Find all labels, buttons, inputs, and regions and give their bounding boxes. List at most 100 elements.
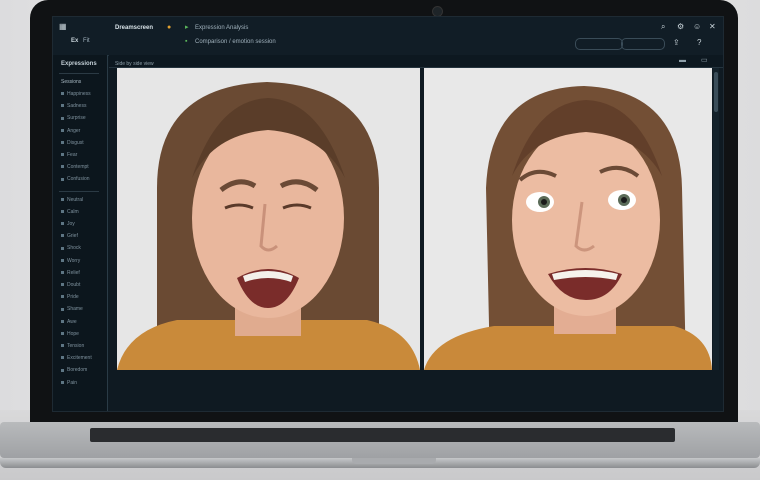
- sidebar-item-label: Disgust: [67, 139, 84, 146]
- bullet-icon: [61, 319, 64, 323]
- search-icon[interactable]: ⌕: [661, 23, 665, 31]
- logo-label: Ex: [71, 38, 79, 44]
- sidebar-item[interactable]: Doubt: [61, 282, 80, 288]
- minimize-icon[interactable]: ▬: [679, 57, 686, 65]
- sidebar-item[interactable]: Worry: [61, 258, 80, 264]
- bullet-icon: [61, 344, 64, 348]
- laptop-screen: ▦ Ex Fit Dreamscreen ● ▸ Expression Anal…: [52, 16, 724, 412]
- sidebar-item-label: Tension: [67, 343, 85, 349]
- sidebar-item-label: Contempt: [67, 164, 89, 171]
- scrollbar-thumb[interactable]: [714, 72, 718, 112]
- bullet-icon: [61, 356, 64, 360]
- status-dot-icon: ●: [167, 24, 172, 31]
- sidebar-item[interactable]: Happiness: [61, 91, 91, 97]
- sidebar-item[interactable]: Confusion: [61, 176, 90, 182]
- sidebar-item[interactable]: Hope: [61, 331, 79, 337]
- sidebar-item-label: Relief: [67, 269, 80, 276]
- sidebar-item-label: Joy: [67, 221, 75, 227]
- sidebar-divider: [59, 73, 99, 74]
- sidebar-item[interactable]: Anger: [61, 128, 80, 134]
- surprised-face-photo: [424, 68, 712, 370]
- sidebar-item[interactable]: Shame: [61, 306, 83, 312]
- bullet-icon: [61, 258, 64, 262]
- export-button[interactable]: [621, 38, 665, 50]
- sidebar-item[interactable]: Neutral: [61, 197, 83, 203]
- bullet-icon: [61, 270, 64, 274]
- folder-icon: ▪: [185, 38, 188, 45]
- menu-label[interactable]: Fit: [83, 38, 90, 44]
- panel-toggle-icon[interactable]: ▭: [701, 57, 708, 65]
- sidebar-item[interactable]: Pride: [61, 294, 79, 300]
- sidebar-item[interactable]: Calm: [61, 209, 79, 215]
- sidebar-item-label: Surprise: [67, 115, 86, 122]
- settings-icon[interactable]: ⚙: [677, 23, 684, 31]
- sidebar-item[interactable]: Pain: [61, 380, 77, 386]
- bullet-icon: [61, 234, 64, 238]
- sidebar-title: Expressions: [61, 61, 97, 67]
- bullet-icon: [61, 295, 64, 299]
- content-header-label: Side by side view: [115, 61, 154, 67]
- sidebar-item[interactable]: Awe: [61, 319, 77, 325]
- sidebar-item[interactable]: Excitement: [61, 355, 92, 361]
- grid-icon[interactable]: ▦: [59, 23, 67, 31]
- top-toolbar: ▦ Ex Fit Dreamscreen ● ▸ Expression Anal…: [53, 17, 723, 56]
- sidebar-item[interactable]: Shock: [61, 245, 81, 251]
- sidebar-item-label: Shame: [67, 306, 83, 313]
- sidebar-divider: [59, 190, 99, 192]
- app-title: Dreamscreen: [115, 25, 154, 31]
- image-panel-right[interactable]: [424, 68, 712, 370]
- bullet-icon: [61, 331, 64, 335]
- sidebar-item-label: Boredom: [67, 367, 88, 374]
- bullet-icon: [61, 380, 64, 384]
- compare-button[interactable]: [575, 38, 623, 50]
- sidebar-item-label: Hope: [67, 330, 79, 337]
- bullet-icon: [61, 307, 64, 311]
- sidebar: Expressions Sessions Happiness Sadness Sur…: [53, 55, 108, 411]
- breadcrumb[interactable]: Comparison / emotion session: [195, 39, 276, 45]
- bullet-icon: [61, 209, 64, 213]
- tab-analysis[interactable]: Expression Analysis: [195, 25, 248, 31]
- bullet-icon: [61, 246, 64, 250]
- sidebar-item-label: Excitement: [67, 355, 92, 362]
- bullet-icon: [61, 283, 64, 287]
- sidebar-item[interactable]: Fear: [61, 152, 77, 158]
- bullet-icon: [61, 165, 64, 169]
- sidebar-item-label: Pride: [67, 294, 79, 301]
- sidebar-item[interactable]: Surprise: [61, 115, 86, 121]
- sidebar-item[interactable]: Tension: [61, 343, 84, 349]
- sidebar-item[interactable]: Relief: [61, 270, 80, 276]
- vertical-scrollbar[interactable]: [713, 68, 719, 370]
- sidebar-item-label: Neutral: [67, 196, 84, 203]
- bullet-icon: [61, 104, 64, 108]
- sidebar-item-label: Fear: [67, 152, 78, 158]
- close-icon[interactable]: ✕: [709, 23, 716, 31]
- sidebar-item[interactable]: Disgust: [61, 140, 84, 146]
- sidebar-section-label: Sessions: [61, 79, 82, 85]
- share-icon[interactable]: ⇪: [673, 39, 680, 47]
- image-panel-left[interactable]: [117, 68, 420, 370]
- sidebar-item[interactable]: Contempt: [61, 164, 89, 170]
- help-icon[interactable]: ?: [697, 39, 701, 47]
- bullet-icon: [61, 368, 64, 372]
- sidebar-item-label: Calm: [67, 208, 79, 215]
- sidebar-item-label: Pain: [67, 379, 78, 386]
- sidebar-item-label: Sadness: [67, 103, 87, 110]
- bullet-icon: [61, 197, 64, 201]
- sidebar-item-label: Happiness: [67, 91, 91, 97]
- sidebar-item[interactable]: Grief: [61, 233, 78, 239]
- user-icon[interactable]: ☺: [693, 23, 701, 31]
- bullet-icon: [61, 140, 64, 144]
- sidebar-item-label: Grief: [67, 233, 78, 240]
- distressed-face-photo: [117, 68, 420, 370]
- sidebar-item[interactable]: Joy: [61, 221, 75, 227]
- sidebar-item[interactable]: Boredom: [61, 367, 87, 373]
- sidebar-item-label: Awe: [67, 318, 77, 325]
- play-icon[interactable]: ▸: [185, 24, 189, 32]
- bullet-icon: [61, 116, 64, 120]
- bullet-icon: [61, 153, 64, 157]
- bullet-icon: [61, 177, 64, 181]
- sidebar-item-label: Doubt: [67, 282, 81, 288]
- sidebar-item-label: Anger: [67, 127, 81, 134]
- sidebar-item[interactable]: Sadness: [61, 103, 86, 109]
- sidebar-item-label: Shock: [67, 245, 81, 252]
